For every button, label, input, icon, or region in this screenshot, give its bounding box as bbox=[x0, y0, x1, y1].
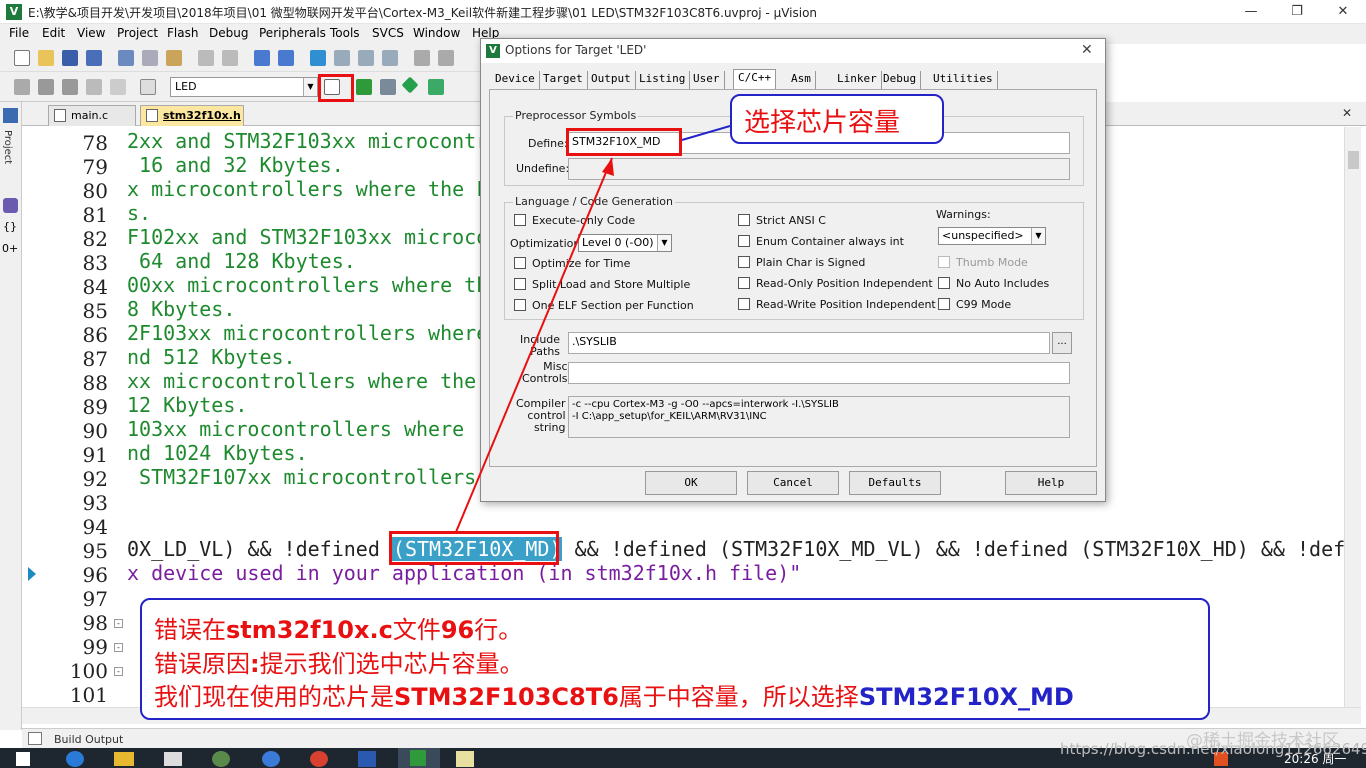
note-text: 96 bbox=[440, 616, 475, 644]
site-watermark: @稀土掘金技术社区 bbox=[1186, 731, 1339, 751]
note-text: STM32F103C8T6 bbox=[394, 683, 619, 711]
note-text: 属于中容量，所以选择 bbox=[618, 683, 859, 711]
note-text: 提示我们选中芯片容量。 bbox=[259, 650, 524, 678]
note-text: STM32F10X_MD bbox=[858, 683, 1074, 711]
note-text: 文件 bbox=[392, 616, 441, 644]
note-text: 行。 bbox=[474, 616, 523, 644]
note-text: stm32f10x.c bbox=[226, 616, 393, 644]
note-line-2: 错误原因:提示我们选中芯片容量。 bbox=[154, 644, 524, 679]
note-text: 错误在 bbox=[154, 616, 226, 644]
note-line-3: 我们现在使用的芯片是STM32F103C8T6属于中容量，所以选择STM32F1… bbox=[154, 677, 1074, 712]
red-arrow-line bbox=[455, 157, 613, 533]
note-text: : bbox=[250, 650, 260, 678]
note-text: 错误原因 bbox=[154, 650, 250, 678]
note-line-1: 错误在stm32f10x.c文件96行。 bbox=[154, 610, 522, 645]
callout-pointer-line bbox=[681, 125, 731, 141]
note-text: 我们现在使用的芯片是 bbox=[154, 683, 394, 711]
red-arrow-head bbox=[602, 158, 614, 176]
error-explanation-note: 错误在stm32f10x.c文件96行。 错误原因:提示我们选中芯片容量。 我们… bbox=[140, 598, 1210, 720]
